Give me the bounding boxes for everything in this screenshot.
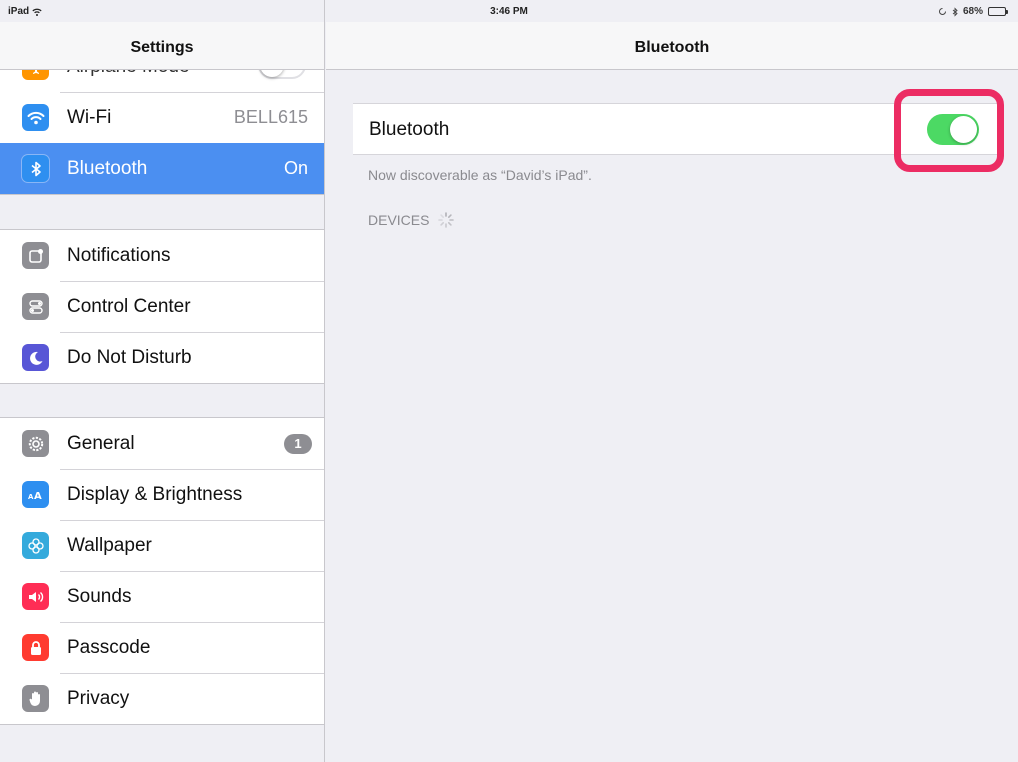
gear-icon [22, 430, 49, 457]
bluetooth-status-value: On [283, 158, 308, 178]
update-badge: 1 [284, 433, 312, 454]
bluetooth-toggle-label: Bluetooth [369, 119, 450, 140]
sidebar-group-general: General 1 AA Display & Brightness Wallpa… [0, 417, 324, 725]
devices-section-header: DEVICES [368, 211, 455, 229]
sidebar-item-label: Do Not Disturb [67, 346, 192, 368]
control-center-icon [22, 293, 49, 320]
sidebar-item-general[interactable]: General 1 [0, 418, 324, 469]
bluetooth-switch-knob [950, 116, 977, 143]
sidebar-item-bluetooth[interactable]: Bluetooth On [0, 143, 324, 194]
detail-nav-bar: Bluetooth [326, 22, 1018, 70]
sidebar-item-control-center[interactable]: Control Center [0, 281, 324, 332]
sidebar-item-passcode[interactable]: Passcode [0, 622, 324, 673]
sidebar-item-label: Passcode [67, 636, 151, 658]
sidebar-item-label: General [67, 432, 135, 454]
sidebar-item-wallpaper[interactable]: Wallpaper [0, 520, 324, 571]
status-bar: iPad 3:46 PM 68% [0, 0, 1018, 22]
sidebar-item-label: Privacy [67, 687, 130, 709]
sidebar-item-sounds[interactable]: Sounds [0, 571, 324, 622]
bluetooth-status-icon [952, 6, 958, 17]
battery-icon [988, 7, 1008, 16]
svg-text:A: A [34, 491, 42, 502]
speaker-icon [22, 583, 49, 610]
sidebar-item-label: Wallpaper [67, 534, 152, 556]
sidebar-item-display-brightness[interactable]: AA Display & Brightness [0, 469, 324, 520]
wallpaper-icon [22, 532, 49, 559]
display-icon: AA [22, 481, 49, 508]
loading-spinner-icon [438, 212, 455, 228]
sidebar-item-privacy[interactable]: Privacy [0, 673, 324, 724]
rotation-lock-icon [939, 8, 946, 15]
sidebar-item-label: Display & Brightness [67, 483, 243, 505]
wifi-network-name: BELL615 [233, 107, 308, 127]
status-indicators: 68% [938, 6, 1008, 17]
sidebar-item-label: Sounds [67, 585, 132, 607]
bluetooth-toggle-cell: Bluetooth [353, 103, 1003, 155]
sidebar-item-do-not-disturb[interactable]: Do Not Disturb [0, 332, 324, 383]
devices-header-label: DEVICES [368, 212, 430, 228]
wifi-icon [22, 104, 49, 131]
moon-icon [22, 344, 49, 371]
sidebar-nav-bar: Settings [0, 22, 324, 70]
bluetooth-icon [22, 155, 49, 182]
status-time: 3:46 PM [490, 6, 528, 17]
discoverable-status-text: Now discoverable as “David’s iPad”. [368, 167, 592, 183]
detail-title: Bluetooth [634, 39, 710, 56]
sidebar-item-label: Notifications [67, 244, 171, 266]
bluetooth-switch[interactable] [927, 114, 979, 145]
sidebar-item-label: Wi-Fi [67, 106, 112, 128]
sidebar-item-label: Control Center [67, 295, 191, 317]
sidebar-item-label: Bluetooth [67, 157, 148, 179]
settings-sidebar: Airplane Mode Wi-Fi BELL615 Bluetooth On [0, 0, 325, 762]
lock-icon [22, 634, 49, 661]
sidebar-group-notifications: Notifications Control Center Do Not Dist… [0, 229, 324, 384]
sidebar-title: Settings [130, 39, 194, 56]
battery-percentage: 68% [962, 6, 983, 17]
sidebar-item-notifications[interactable]: Notifications [0, 230, 324, 281]
hand-icon [22, 685, 49, 712]
notifications-icon [22, 242, 49, 269]
sidebar-item-wifi[interactable]: Wi-Fi BELL615 [0, 92, 324, 143]
